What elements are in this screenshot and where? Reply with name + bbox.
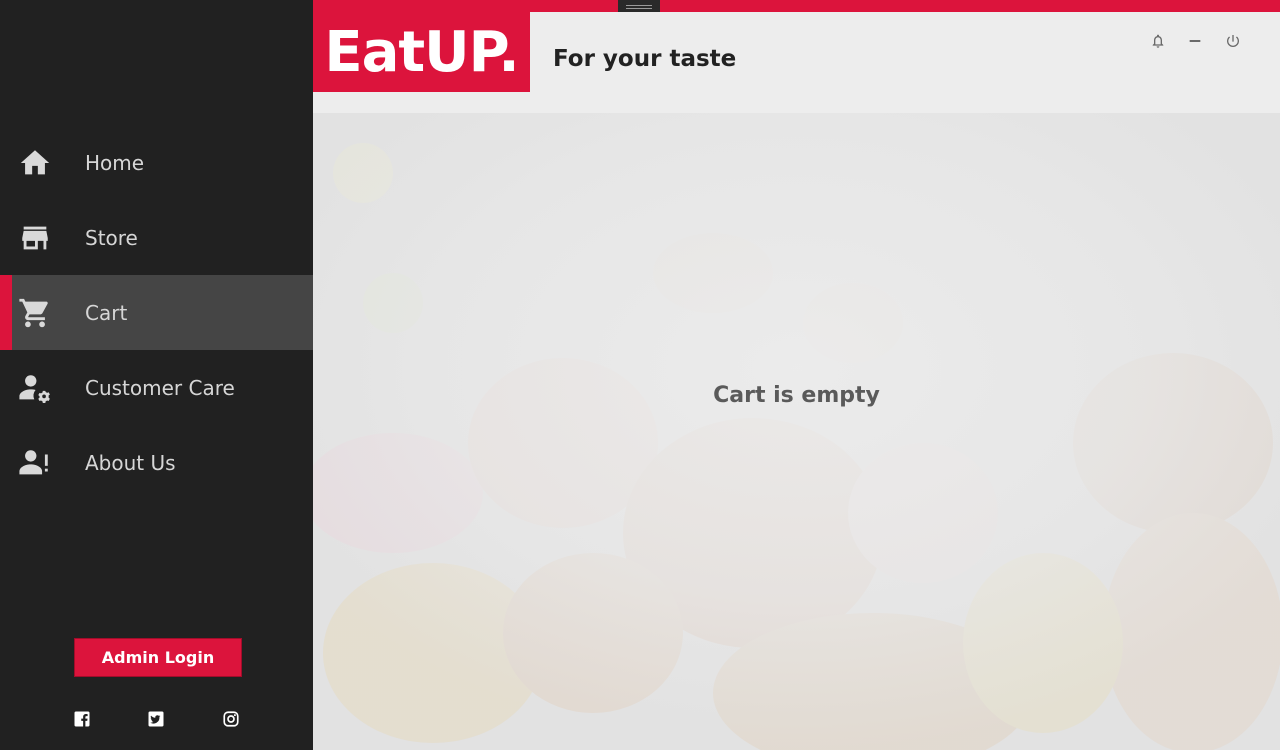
sidebar-item-label: Cart <box>85 300 128 325</box>
twitter-icon[interactable] <box>147 710 165 728</box>
sidebar-item-label: Store <box>85 225 138 250</box>
sidebar-item-label: Home <box>85 150 145 175</box>
logo: EatUP. <box>313 12 530 92</box>
sidebar-item-store[interactable]: Store <box>0 200 313 275</box>
minimize-icon[interactable] <box>1186 32 1204 50</box>
sidebar-item-customer-care[interactable]: Customer Care <box>0 350 313 425</box>
instagram-icon[interactable] <box>222 710 240 728</box>
home-icon <box>17 145 53 181</box>
user-gear-icon <box>17 370 53 406</box>
header: EatUP. For your taste <box>313 12 1280 113</box>
sidebar-item-label: Customer Care <box>85 375 235 400</box>
bell-icon[interactable] <box>1149 32 1167 50</box>
admin-login-button[interactable]: Admin Login <box>74 638 242 677</box>
sidebar-item-about-us[interactable]: About Us <box>0 425 313 500</box>
main-content: Cart is empty <box>313 113 1280 750</box>
sidebar-item-label: About Us <box>85 450 176 475</box>
logo-text: EatUP. <box>324 19 519 85</box>
top-accent-bar <box>313 0 1280 12</box>
facebook-icon[interactable] <box>73 710 91 728</box>
nav-list: Home Store Cart Customer Care About Us <box>0 125 313 500</box>
tagline: For your taste <box>553 46 737 72</box>
cart-empty-message: Cart is empty <box>713 383 880 408</box>
app-window: Home Store Cart Customer Care About Us A… <box>0 0 1280 750</box>
power-icon[interactable] <box>1224 32 1242 50</box>
user-info-icon <box>17 445 53 481</box>
sidebar-item-cart[interactable]: Cart <box>0 275 313 350</box>
cart-icon <box>17 295 53 331</box>
sidebar-item-home[interactable]: Home <box>0 125 313 200</box>
store-icon <box>17 220 53 256</box>
food-background-image <box>313 113 1280 750</box>
sidebar: Home Store Cart Customer Care About Us A… <box>0 0 313 750</box>
